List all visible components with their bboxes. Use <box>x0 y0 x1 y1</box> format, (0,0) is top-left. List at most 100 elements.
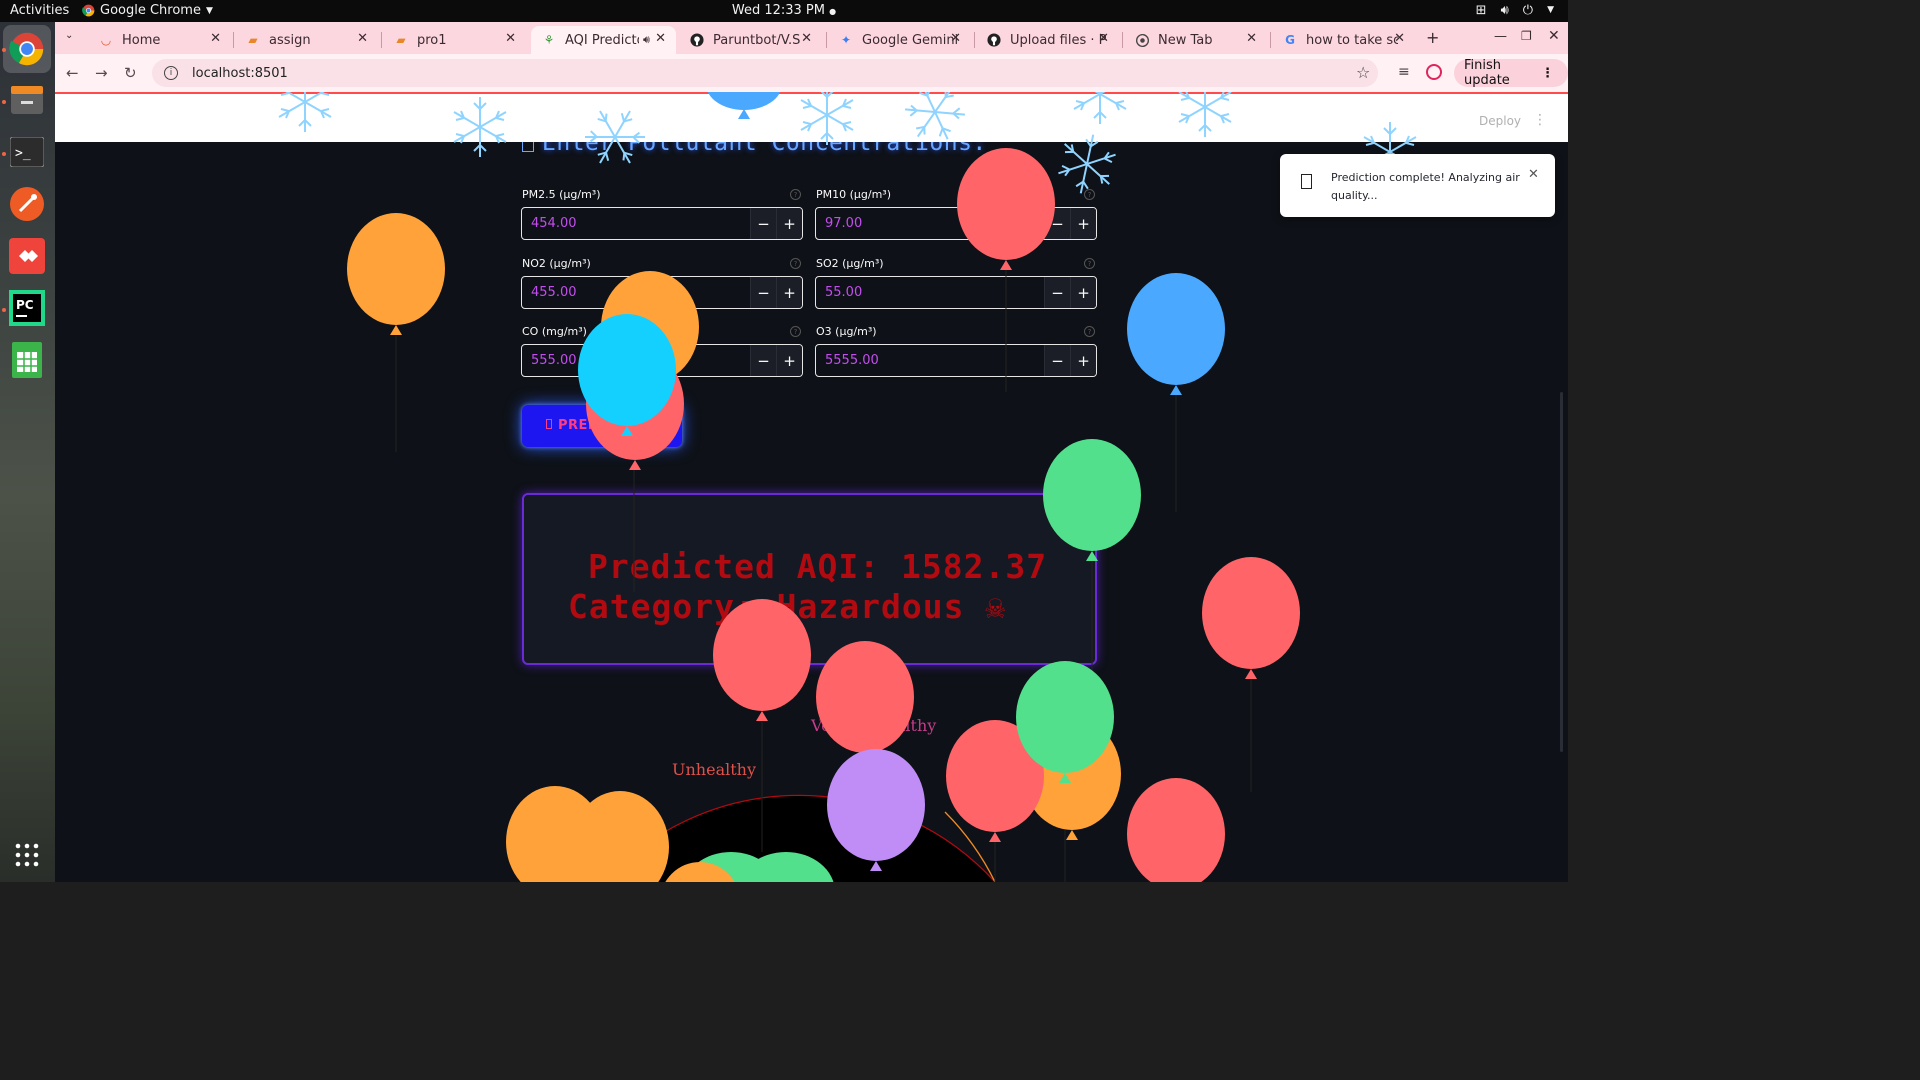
tab-title: New Tab <box>1158 32 1213 48</box>
audio-icon[interactable]: 🔊︎ <box>643 33 650 47</box>
tab-gemini[interactable]: ✦ Google Gemini ✕ <box>828 26 971 54</box>
new-tab-button[interactable]: + <box>1426 28 1439 47</box>
help-icon[interactable]: ? <box>1084 326 1095 337</box>
tab-google-search[interactable]: G how to take scre ✕ <box>1272 26 1415 54</box>
dock-chrome[interactable] <box>3 25 51 73</box>
close-icon[interactable]: ✕ <box>655 31 666 46</box>
dock-app-grid[interactable] <box>8 836 46 874</box>
tab-pro1[interactable]: ▰ pro1 ✕ <box>383 26 526 54</box>
pm10-input[interactable]: 97.00 − + <box>815 207 1097 240</box>
activities-button[interactable]: Activities <box>10 3 69 18</box>
close-icon[interactable]: ✕ <box>210 31 221 46</box>
co-input[interactable]: 555.00 − + <box>521 344 803 377</box>
dock-spreadsheet[interactable] <box>8 341 46 379</box>
decrement-button[interactable]: − <box>1044 277 1070 308</box>
balloon-icon <box>827 749 925 871</box>
no2-input[interactable]: 455.00 − + <box>521 276 803 309</box>
dock-postman[interactable] <box>8 185 46 223</box>
tab-new-tab[interactable]: New Tab ✕ <box>1124 26 1267 54</box>
document-icon: ▰ <box>248 33 258 47</box>
tab-assign[interactable]: ▰ assign ✕ <box>235 26 378 54</box>
increment-button[interactable]: + <box>776 208 802 239</box>
increment-button[interactable]: + <box>776 345 802 376</box>
dock-files[interactable] <box>8 81 46 119</box>
help-icon[interactable]: ? <box>790 258 801 269</box>
gemini-icon: ✦ <box>840 33 852 47</box>
tab-home[interactable]: ◡ Home ✕ <box>88 26 231 54</box>
network-icon[interactable]: ⊞ <box>1476 3 1487 18</box>
power-icon[interactable]: ⏻ <box>1523 3 1533 18</box>
reload-icon[interactable]: ↻ <box>124 64 137 82</box>
github-icon <box>986 32 1002 48</box>
o3-input[interactable]: 5555.00 − + <box>815 344 1097 377</box>
close-icon[interactable]: ✕ <box>801 31 812 46</box>
tab-upload-files[interactable]: Upload files · Pa ✕ <box>976 26 1119 54</box>
no2-value[interactable]: 455.00 <box>522 277 750 308</box>
decrement-button[interactable]: − <box>1044 345 1070 376</box>
result-card: Predicted AQI: 1582.37 Category: Hazardo… <box>522 493 1097 665</box>
co-value[interactable]: 555.00 <box>522 345 750 376</box>
address-bar[interactable]: i localhost:8501 <box>152 59 1378 87</box>
menu-kebab-icon[interactable]: ⋮ <box>1541 66 1554 81</box>
decrement-button[interactable]: − <box>750 277 776 308</box>
balloon-icon <box>347 213 445 335</box>
tab-github[interactable]: Paruntbot/V.S ✕ <box>679 26 822 54</box>
gauge-label-unhealthy: Unhealthy <box>672 760 756 779</box>
close-window-icon[interactable]: ✕ <box>1548 28 1560 44</box>
forward-icon[interactable]: → <box>95 64 108 82</box>
clock[interactable]: Wed 12:33 PM <box>732 3 825 18</box>
scrollbar[interactable] <box>1560 392 1563 752</box>
close-icon[interactable]: ✕ <box>1528 167 1539 182</box>
volume-icon[interactable]: 🔊︎ <box>1501 3 1509 18</box>
dock-pycharm[interactable]: PC <box>8 289 46 327</box>
so2-label: SO2 (µg/m³) <box>816 257 884 270</box>
restore-icon[interactable]: ❐ <box>1521 29 1532 43</box>
so2-value[interactable]: 55.00 <box>816 277 1044 308</box>
github-icon <box>689 32 705 48</box>
decrement-button[interactable]: − <box>1044 208 1070 239</box>
so2-input[interactable]: 55.00 − + <box>815 276 1097 309</box>
close-icon[interactable]: ✕ <box>357 31 368 46</box>
bookmark-star-icon[interactable]: ☆ <box>1356 63 1370 82</box>
tab-aqi-predictor[interactable]: ⚘ AQI Predicto 🔊︎ ✕ <box>531 26 676 54</box>
close-icon[interactable]: ✕ <box>1246 31 1257 46</box>
pm25-value[interactable]: 454.00 <box>522 208 750 239</box>
main-menu-icon[interactable]: ⋮ <box>1533 112 1547 128</box>
back-icon[interactable]: ← <box>66 64 79 82</box>
app-menu[interactable]: Google Chrome ▼ <box>82 3 213 18</box>
pm10-value[interactable]: 97.00 <box>816 208 1044 239</box>
decrement-button[interactable]: − <box>750 208 776 239</box>
decrement-button[interactable]: − <box>750 345 776 376</box>
chevron-down-icon[interactable]: ▼ <box>1547 3 1554 18</box>
dock-terminal[interactable]: >_ <box>8 133 46 171</box>
o3-value[interactable]: 5555.00 <box>816 345 1044 376</box>
close-icon[interactable]: ✕ <box>1098 31 1109 46</box>
pm25-input[interactable]: 454.00 − + <box>521 207 803 240</box>
tab-title: how to take scre <box>1306 32 1398 48</box>
help-icon[interactable]: ? <box>1084 258 1095 269</box>
tab-strip: ⌄ ◡ Home ✕ ▰ assign ✕ ▰ pro1 ✕ ⚘ AQI Pre… <box>55 22 1568 54</box>
increment-button[interactable]: + <box>1070 345 1096 376</box>
balloon-icon <box>665 862 735 882</box>
gauge-arc <box>602 794 996 882</box>
close-icon[interactable]: ✕ <box>505 31 516 46</box>
tab-search-icon[interactable]: ⌄ <box>65 30 73 41</box>
help-icon[interactable]: ? <box>790 189 801 200</box>
profile-avatar-icon[interactable] <box>1426 64 1442 80</box>
help-icon[interactable]: ? <box>790 326 801 337</box>
deploy-button[interactable]: Deploy <box>1479 114 1521 128</box>
media-control-icon[interactable]: ≡ <box>1398 64 1410 80</box>
close-icon[interactable]: ✕ <box>950 31 961 46</box>
minimize-icon[interactable]: — <box>1494 29 1507 44</box>
increment-button[interactable]: + <box>1070 277 1096 308</box>
finish-update-button[interactable]: Finish update ⋮ <box>1454 58 1568 88</box>
site-info-icon[interactable]: i <box>164 66 178 80</box>
balloon-icon <box>571 791 669 882</box>
dock-anydesk[interactable] <box>8 237 46 275</box>
svg-text:>_: >_ <box>15 146 31 161</box>
help-icon[interactable]: ? <box>1084 189 1095 200</box>
predict-button[interactable]: PREDI <box>522 405 682 447</box>
increment-button[interactable]: + <box>1070 208 1096 239</box>
increment-button[interactable]: + <box>776 277 802 308</box>
close-icon[interactable]: ✕ <box>1394 31 1405 46</box>
